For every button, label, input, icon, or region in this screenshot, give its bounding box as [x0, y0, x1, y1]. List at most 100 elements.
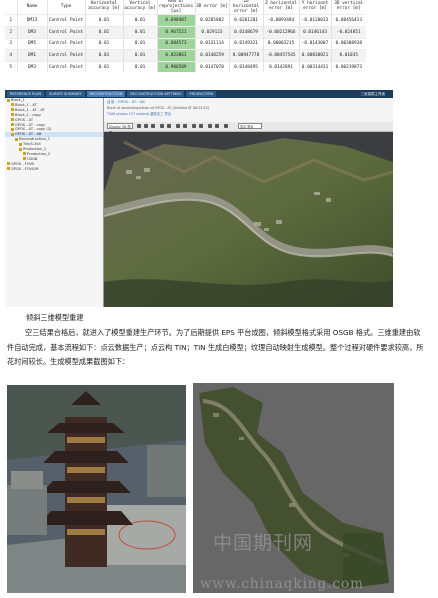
folder-icon [11, 113, 14, 117]
table-header-cell: Type [46, 0, 85, 15]
watermark-url: www.chinaqking.com [200, 576, 364, 592]
toolbar-button[interactable] [224, 124, 228, 128]
breadcrumb[interactable]: 目录 › GPOS › AT › AB [107, 100, 145, 105]
pagoda-model-photo [7, 385, 186, 593]
table-cell: Control Point [46, 37, 85, 50]
table-cell: 0.906589 [156, 60, 195, 73]
folder-icon [11, 108, 14, 112]
folder-icon [15, 137, 18, 141]
table-cell: -0.024851 [330, 26, 366, 39]
folder-icon [23, 157, 26, 161]
table-row: 3 DM5 Control Point 0.01 0.01 0.604573 0.01311… [5, 37, 366, 50]
table-cell: 0.01 [84, 37, 123, 50]
terrain-strip-render [193, 383, 394, 593]
folder-icon [7, 162, 10, 166]
table-cell: 3 [5, 37, 17, 50]
table-cell: 1 [5, 14, 17, 27]
table-cell: 0.0131114 [194, 37, 229, 50]
toolbar-button[interactable] [199, 124, 203, 128]
table-row: 4 DM1 Control Point 0.01 0.01 0.823863 0.01402… [5, 49, 366, 62]
table-cell: 0.01 [84, 49, 123, 62]
table-cell: -0.0120013 [298, 14, 331, 27]
folder-icon [11, 123, 14, 127]
terrain-model-photo [193, 383, 394, 593]
block-links[interactable]: 7264 photos 137 controls 重新空三 导出 [107, 111, 171, 116]
body-paragraph: 空三结果合格后，就进入了模型重建生产环节。为了后期提供 EPS 平台成图，倾斜模… [7, 328, 424, 367]
table-cell: 0.0148495 [228, 60, 263, 73]
watermark-logo: 中国期刊网 [213, 532, 314, 554]
folder-icon [7, 98, 10, 102]
toolbar-button[interactable] [167, 124, 171, 128]
table-cell: 0.01035 [330, 49, 366, 62]
table-cell: DM5 [16, 37, 47, 50]
terrain-model-render [103, 132, 393, 307]
block-description: Block of aerotriangulation of GPOS - AT … [107, 106, 210, 110]
toolbar-button[interactable] [176, 124, 180, 128]
table-header-cell: Y horizont error [m] [298, 0, 331, 15]
table-cell: 0.01 [122, 26, 157, 39]
table-row: 5 DM3 Control Point 0.01 0.01 0.906589 0.01470… [5, 60, 366, 73]
toolbar-button[interactable] [215, 124, 219, 128]
table-cell: -0.00457545 [262, 49, 299, 62]
table-cell: 0.00314431 [298, 60, 331, 73]
table-cell: 0.0201281 [228, 14, 263, 27]
table-cell: Control Point [46, 60, 85, 73]
folder-icon [11, 132, 14, 136]
toolbar-button[interactable] [183, 124, 187, 128]
folder-icon [19, 147, 22, 151]
table-cell: 0.01 [122, 14, 157, 27]
table-cell: 0.01 [122, 37, 157, 50]
table-header-row: Name Type Horizontal accuracy [m] Vertic… [5, 0, 366, 15]
tab-reconstruction[interactable]: RECONSTRUCTION [86, 91, 126, 97]
table-cell: 0.0140259 [194, 49, 229, 62]
table-header-cell: Name [16, 0, 47, 15]
photo-display-select[interactable]: 显示 照片 [238, 123, 262, 129]
table-cell: -0.0143007 [298, 37, 331, 50]
table-cell: Control Point [46, 49, 85, 62]
toolbar-button[interactable] [151, 124, 155, 128]
table-cell: 0.967521 [156, 26, 195, 39]
table-header-cell: RMS of reprojections [px] [156, 0, 195, 15]
table-cell: 0.01 [84, 26, 123, 39]
table-cell: 2 [5, 26, 17, 39]
table-cell: 0.00003215 [262, 37, 299, 50]
table-cell: 0.01 [122, 60, 157, 73]
folder-icon [19, 142, 22, 146]
view-header: 目录 › GPOS › AT › AB Block of aerotriangu… [104, 98, 393, 122]
app-title-label: 三维建模主界面 [360, 92, 386, 96]
section-heading: 倾斜三维模型重建 [26, 313, 84, 322]
table-cell: 0.0149321 [228, 37, 263, 50]
table-header-cell: 3D vertical error [m] [330, 0, 366, 15]
tab-production[interactable]: PRODUCTION [186, 91, 217, 97]
table-cell: 4 [5, 49, 17, 62]
modeling-software-screenshot: REFERENCE PLAN SURVEY SUMMARY RECONSTRUC… [5, 90, 393, 307]
tab-survey-summary[interactable]: SURVEY SUMMARY [46, 91, 85, 97]
table-cell: Control Point [46, 14, 85, 27]
table-cell: 0.029123 [194, 26, 229, 39]
table-cell: 0.01 [122, 49, 157, 62]
table-cell: -0.0093484 [262, 14, 299, 27]
display-mode-select[interactable]: Display 3D 视图 [107, 123, 133, 135]
folder-icon [11, 103, 14, 107]
tab-reference-plan[interactable]: REFERENCE PLAN [7, 91, 45, 97]
toolbar-button[interactable] [192, 124, 196, 128]
toolbar-button[interactable] [144, 124, 148, 128]
tree-item[interactable]: GPOS - FOVS/M [5, 167, 103, 172]
table-cell: 0.00456413 [330, 14, 366, 27]
table-cell: 0.0285882 [194, 14, 229, 27]
folder-icon [11, 127, 14, 131]
pagoda-model-render [7, 385, 186, 593]
toolbar-button[interactable] [160, 124, 164, 128]
table-header-cell [5, 0, 17, 15]
table-cell: DM3 [16, 60, 47, 73]
toolbar-button[interactable] [137, 124, 141, 128]
table-header-cell: Horizontal accuracy [m] [84, 0, 123, 15]
project-tree: Block_1 Block_1 - AT Block_1 - AT - AT B… [5, 98, 104, 307]
table-cell: 0.01 [84, 60, 123, 73]
toolbar-button[interactable] [208, 124, 212, 128]
3d-model-viewport[interactable] [103, 132, 393, 307]
tab-reconstruction-settings[interactable]: RECONSTRUCTION SETTINGS [127, 91, 185, 97]
table-row: 2 DM3 Control Point 0.01 0.01 0.967521 0.02912… [5, 26, 366, 39]
folder-icon [7, 167, 10, 171]
table-header-cell: Z horizontal error [m] [262, 0, 299, 15]
